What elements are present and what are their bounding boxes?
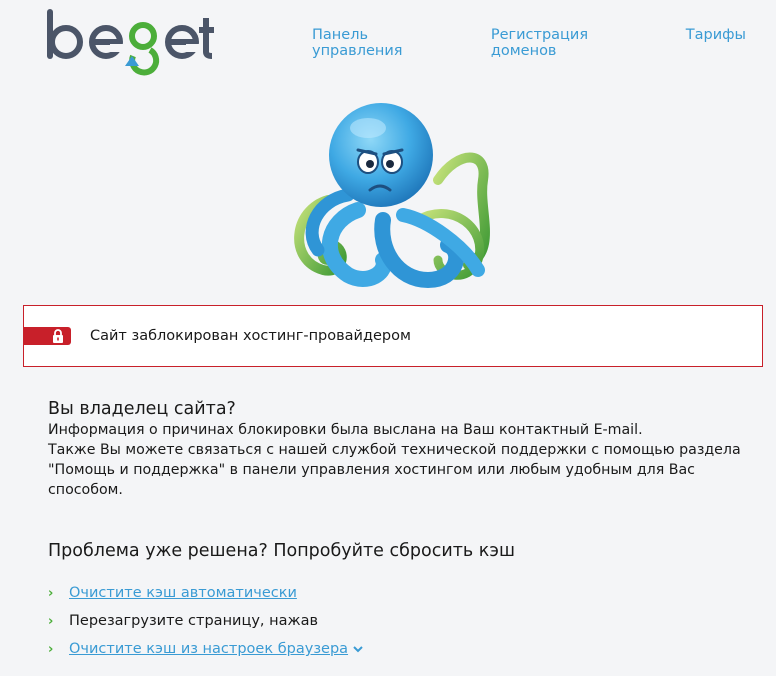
nav-control-panel[interactable]: Панель управления <box>312 27 461 59</box>
cache-section: Проблема уже решена? Попробуйте сбросить… <box>48 540 748 663</box>
nav-domain-registration[interactable]: Регистрация доменов <box>491 27 656 59</box>
reload-page-text: Перезагрузите страницу, нажав <box>69 613 318 629</box>
owner-title: Вы владелец сайта? <box>48 399 236 419</box>
alert-tab <box>23 327 71 345</box>
lock-icon <box>53 329 63 343</box>
clear-cache-browser-link[interactable]: Очистите кэш из настроек браузера <box>69 641 348 657</box>
chevron-right-icon: › <box>48 585 54 601</box>
alert-message: Сайт заблокирован хостинг-провайдером <box>90 328 411 344</box>
list-item: › Перезагрузите страницу, нажав <box>48 607 748 635</box>
owner-line-3: "Помощь и поддержка" в панели управления… <box>48 462 695 498</box>
owner-section: Вы владелец сайта? Информация о причинах… <box>48 398 748 500</box>
chevron-right-icon: › <box>48 641 54 657</box>
top-nav: Панель управления Регистрация доменов Та… <box>312 27 776 59</box>
clear-cache-auto-link[interactable]: Очистите кэш автоматически <box>69 585 297 601</box>
chevron-down-icon[interactable] <box>353 645 363 653</box>
beget-logo-graphic <box>47 9 214 76</box>
beget-logo[interactable] <box>46 6 216 86</box>
cache-steps: › Очистите кэш автоматически › Перезагру… <box>48 579 748 663</box>
cache-title: Проблема уже решена? Попробуйте сбросить… <box>48 541 515 561</box>
list-item: › Очистите кэш автоматически <box>48 579 748 607</box>
owner-line-1: Информация о причинах блокировки была вы… <box>48 422 643 438</box>
blocked-alert: Сайт заблокирован хостинг-провайдером <box>23 305 763 367</box>
owner-line-2: Также Вы можете связаться с нашей службо… <box>48 442 741 458</box>
nav-tariffs[interactable]: Тарифы <box>686 27 746 59</box>
list-item: › Очистите кэш из настроек браузера <box>48 635 748 663</box>
chevron-right-icon: › <box>48 613 54 629</box>
octopus-mascot-image <box>288 100 500 292</box>
